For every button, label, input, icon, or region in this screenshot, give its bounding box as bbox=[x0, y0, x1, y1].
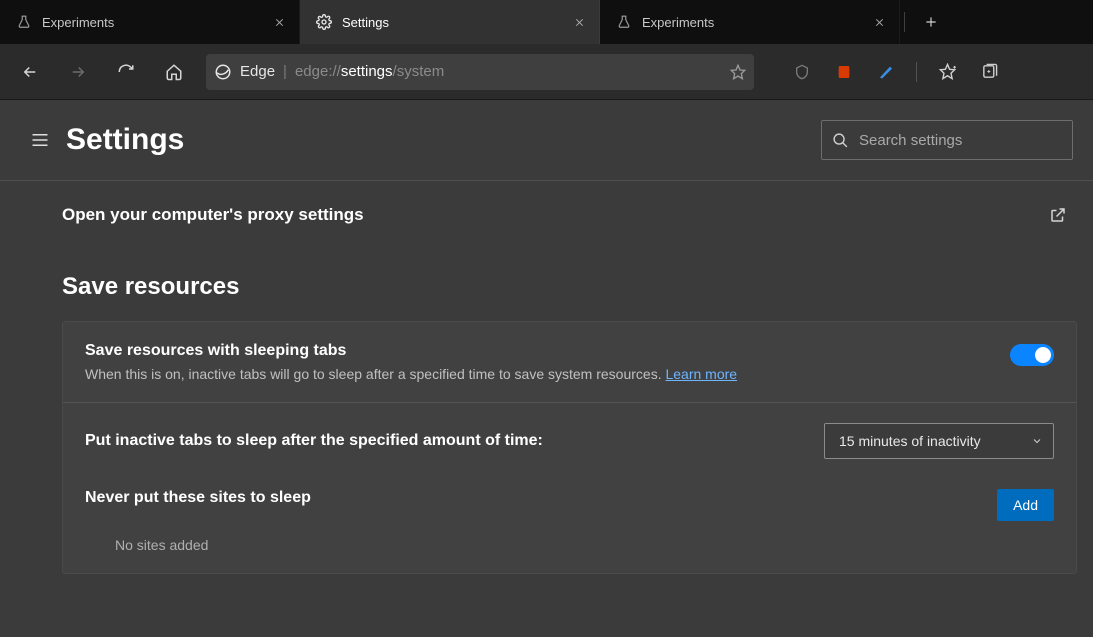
site-identity[interactable]: Edge bbox=[214, 63, 275, 81]
proxy-label: Open your computer's proxy settings bbox=[62, 205, 364, 225]
search-settings[interactable] bbox=[821, 120, 1073, 160]
sleeping-tabs-row: Save resources with sleeping tabs When t… bbox=[63, 322, 1076, 403]
back-button[interactable] bbox=[10, 52, 50, 92]
sleep-timeout-dropdown[interactable]: 15 minutes of inactivity bbox=[824, 423, 1054, 459]
page-title: Settings bbox=[66, 123, 821, 157]
timeout-label: Put inactive tabs to sleep after the spe… bbox=[85, 432, 543, 450]
favorites-icon[interactable] bbox=[929, 52, 965, 92]
chevron-down-icon bbox=[1031, 435, 1043, 447]
url-text: edge://settings/system bbox=[295, 63, 444, 80]
dropdown-value: 15 minutes of inactivity bbox=[839, 433, 981, 449]
sleeping-tabs-toggle[interactable] bbox=[1010, 344, 1054, 366]
separator: | bbox=[283, 63, 287, 80]
tab-strip: Experiments Settings Experiments bbox=[0, 0, 1093, 44]
identity-label: Edge bbox=[240, 63, 275, 80]
close-icon[interactable] bbox=[571, 14, 587, 30]
flask-icon bbox=[616, 14, 632, 30]
sleep-options-row: Put inactive tabs to sleep after the spe… bbox=[63, 403, 1076, 573]
toggle-knob bbox=[1035, 347, 1051, 363]
address-bar[interactable]: Edge | edge://settings/system bbox=[206, 54, 754, 90]
sleeping-tabs-desc: When this is on, inactive tabs will go t… bbox=[85, 366, 737, 382]
refresh-button[interactable] bbox=[106, 52, 146, 92]
tab-title: Experiments bbox=[42, 15, 261, 30]
gear-icon bbox=[316, 14, 332, 30]
tab-title: Experiments bbox=[642, 15, 861, 30]
close-icon[interactable] bbox=[871, 14, 887, 30]
home-button[interactable] bbox=[154, 52, 194, 92]
search-input[interactable] bbox=[859, 132, 1062, 149]
settings-header: Settings bbox=[0, 100, 1093, 181]
flask-icon bbox=[16, 14, 32, 30]
edge-logo-icon bbox=[214, 63, 232, 81]
shield-icon[interactable] bbox=[784, 52, 820, 92]
exclusion-label: Never put these sites to sleep bbox=[85, 489, 311, 507]
save-resources-card: Save resources with sleeping tabs When t… bbox=[62, 321, 1077, 574]
learn-more-link[interactable]: Learn more bbox=[665, 366, 737, 382]
tab-divider bbox=[904, 12, 905, 32]
forward-button[interactable] bbox=[58, 52, 98, 92]
tab-settings[interactable]: Settings bbox=[300, 0, 600, 44]
search-icon bbox=[832, 132, 849, 149]
extension-icon[interactable] bbox=[868, 52, 904, 92]
tab-experiments-2[interactable]: Experiments bbox=[600, 0, 900, 44]
close-icon[interactable] bbox=[271, 14, 287, 30]
add-site-button[interactable]: Add bbox=[997, 489, 1054, 521]
sleeping-tabs-title: Save resources with sleeping tabs bbox=[85, 342, 737, 360]
section-title: Save resources bbox=[62, 273, 1077, 301]
separator bbox=[916, 62, 917, 82]
star-icon[interactable] bbox=[730, 64, 746, 80]
office-icon[interactable] bbox=[826, 52, 862, 92]
tab-title: Settings bbox=[342, 15, 561, 30]
collections-icon[interactable] bbox=[971, 52, 1007, 92]
browser-toolbar: Edge | edge://settings/system bbox=[0, 44, 1093, 100]
proxy-settings-link[interactable]: Open your computer's proxy settings bbox=[62, 205, 1077, 225]
menu-button[interactable] bbox=[24, 124, 56, 156]
tab-experiments-1[interactable]: Experiments bbox=[0, 0, 300, 44]
external-link-icon bbox=[1049, 206, 1067, 224]
settings-content: Open your computer's proxy settings Save… bbox=[0, 181, 1093, 604]
exclusion-empty: No sites added bbox=[115, 537, 1054, 553]
toolbar-extensions bbox=[784, 52, 1007, 92]
new-tab-button[interactable] bbox=[909, 0, 953, 44]
